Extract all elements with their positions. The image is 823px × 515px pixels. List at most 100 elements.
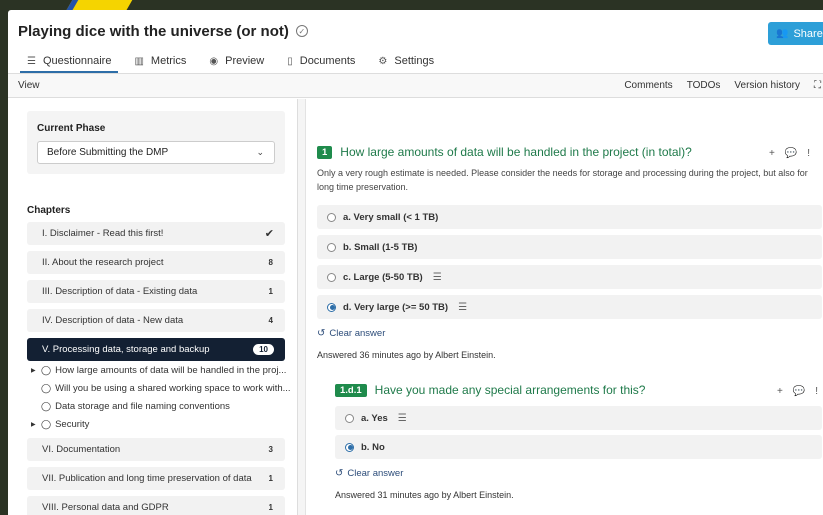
add-icon[interactable]: + bbox=[777, 386, 783, 397]
comments-button[interactable]: Comments bbox=[624, 80, 672, 91]
option-label: a. Yes bbox=[361, 412, 388, 424]
answer-option[interactable]: a. Very small (< 1 TB) bbox=[317, 205, 822, 229]
caret-right-icon[interactable]: ▶ bbox=[31, 421, 37, 428]
chapter-question-link[interactable]: ◯ Will you be using a shared working spa… bbox=[31, 383, 291, 394]
current-phase-card: Current Phase Before Submitting the DMP … bbox=[27, 111, 285, 174]
radio-button[interactable] bbox=[327, 212, 336, 222]
chapter-item-6[interactable]: VI. Documentation 3 bbox=[27, 438, 285, 461]
phase-select[interactable]: Before Submitting the DMP ⌄ bbox=[37, 141, 275, 164]
tab-settings[interactable]: ⚙ Settings bbox=[371, 55, 441, 73]
speech-bubble-icon: ◯ bbox=[41, 383, 52, 393]
question-title: 1 How large amounts of data will be hand… bbox=[317, 145, 692, 159]
follow-up-list-icon: ☰ bbox=[397, 412, 407, 424]
speech-bubble-icon: ◯ bbox=[41, 365, 52, 375]
question-number: 1.d.1 bbox=[335, 383, 367, 397]
tab-preview[interactable]: ◉ Preview bbox=[202, 55, 271, 73]
answer-option[interactable]: a. Yes ☰ bbox=[335, 406, 822, 430]
questionnaire-toolbar: View Comments TODOs Version history ⛶ bbox=[8, 74, 823, 98]
comments-icon[interactable]: 💬 bbox=[785, 148, 797, 159]
option-label: b. No bbox=[361, 441, 385, 453]
chapter-label: V. Processing data, storage and backup bbox=[42, 344, 210, 355]
tab-label: Questionnaire bbox=[42, 55, 112, 67]
undo-icon: ↺ bbox=[317, 328, 326, 339]
clear-answer-label: Clear answer bbox=[347, 468, 404, 479]
question-actions: + 💬 ! bbox=[759, 148, 810, 159]
chapter-question-link[interactable]: ◯ Data storage and file naming conventio… bbox=[31, 401, 230, 412]
clear-answer-label: Clear answer bbox=[329, 328, 386, 339]
chapter-item-4[interactable]: IV. Description of data - New data 4 bbox=[27, 309, 285, 332]
chapter-item-7[interactable]: VII. Publication and long time preservat… bbox=[27, 467, 285, 490]
tab-metrics[interactable]: ▥ Metrics bbox=[127, 55, 193, 73]
follow-up-list-icon: ☰ bbox=[458, 301, 468, 313]
answer-option-selected[interactable]: b. No bbox=[335, 435, 822, 459]
question-actions: + 💬 ! bbox=[767, 386, 818, 397]
unanswered-count: 1 bbox=[268, 474, 273, 483]
unanswered-count: 10 bbox=[253, 344, 274, 355]
caret-right-icon[interactable]: ▶ bbox=[31, 367, 37, 374]
option-label: c. Large (5-50 TB) bbox=[343, 271, 423, 283]
question-text: How large amounts of data will be handle… bbox=[340, 145, 692, 159]
chapter-item-1[interactable]: I. Disclaimer - Read this first! ✔ bbox=[27, 222, 285, 245]
answered-info: Answered 31 minutes ago by Albert Einste… bbox=[335, 490, 514, 500]
version-history-button[interactable]: Version history bbox=[734, 80, 800, 91]
users-icon: 👥 bbox=[776, 28, 789, 39]
unanswered-count: 3 bbox=[268, 445, 273, 454]
chevron-down-icon: ⌄ bbox=[256, 147, 264, 157]
chapter-item-8[interactable]: VIII. Personal data and GDPR 1 bbox=[27, 496, 285, 515]
chapters-sidebar: Current Phase Before Submitting the DMP … bbox=[8, 99, 298, 515]
tab-label: Settings bbox=[394, 55, 435, 67]
question-link-label: How large amounts of data will be handle… bbox=[55, 365, 287, 376]
chapter-item-2[interactable]: II. About the research project 8 bbox=[27, 251, 285, 274]
view-menu[interactable]: View bbox=[18, 80, 40, 91]
add-icon[interactable]: + bbox=[769, 148, 775, 159]
clear-answer-button[interactable]: ↺ Clear answer bbox=[335, 468, 403, 479]
chapter-question-link[interactable]: ▶ ◯ Security bbox=[31, 419, 89, 430]
question-link-label: Security bbox=[55, 419, 90, 430]
tab-documents[interactable]: ▯ Documents bbox=[280, 55, 362, 73]
chapters-heading: Chapters bbox=[27, 205, 71, 216]
share-button[interactable]: 👥 Share bbox=[768, 22, 823, 45]
todos-button[interactable]: TODOs bbox=[687, 80, 721, 91]
gears-icon: ⚙ bbox=[378, 55, 388, 67]
tab-questionnaire[interactable]: ☰ Questionnaire bbox=[20, 55, 119, 73]
project-tabs: ☰ Questionnaire ▥ Metrics ◉ Preview ▯ Do… bbox=[8, 52, 823, 74]
follow-up-list-icon: ☰ bbox=[432, 271, 442, 283]
radio-button[interactable] bbox=[345, 442, 354, 452]
chapter-label: IV. Description of data - New data bbox=[42, 315, 184, 326]
question-link-label: Data storage and file naming conventions bbox=[55, 401, 230, 412]
option-label: b. Small (1-5 TB) bbox=[343, 241, 418, 253]
questionnaire-content: 1 How large amounts of data will be hand… bbox=[307, 99, 823, 515]
pane-resize-handle[interactable] bbox=[298, 99, 306, 515]
chapter-item-5[interactable]: V. Processing data, storage and backup 1… bbox=[27, 338, 285, 361]
answer-option[interactable]: b. Small (1-5 TB) bbox=[317, 235, 822, 259]
verified-check-icon[interactable]: ✓ bbox=[295, 25, 308, 37]
answered-info: Answered 36 minutes ago by Albert Einste… bbox=[317, 350, 496, 360]
radio-button[interactable] bbox=[345, 413, 354, 423]
radio-button[interactable] bbox=[327, 242, 336, 252]
radio-button[interactable] bbox=[327, 302, 336, 312]
chapter-label: III. Description of data - Existing data bbox=[42, 286, 198, 297]
answer-option[interactable]: c. Large (5-50 TB) ☰ bbox=[317, 265, 822, 289]
chapter-label: VIII. Personal data and GDPR bbox=[42, 502, 169, 513]
phase-selected-value: Before Submitting the DMP bbox=[47, 147, 169, 158]
unanswered-count: 1 bbox=[268, 503, 273, 512]
follow-up-question-title: 1.d.1 Have you made any special arrangem… bbox=[335, 383, 645, 397]
eye-icon: ◉ bbox=[209, 55, 219, 67]
check-icon: ✔ bbox=[264, 228, 274, 240]
project-title: Playing dice with the universe (or not) bbox=[18, 22, 289, 40]
chapter-item-3[interactable]: III. Description of data - Existing data… bbox=[27, 280, 285, 303]
option-label: d. Very large (>= 50 TB) bbox=[343, 301, 449, 313]
radio-button[interactable] bbox=[327, 272, 336, 282]
comments-icon[interactable]: 💬 bbox=[793, 386, 805, 397]
chapter-label: VI. Documentation bbox=[42, 444, 121, 455]
chapter-label: VII. Publication and long time preservat… bbox=[42, 473, 252, 484]
chapter-question-link[interactable]: ▶ ◯ How large amounts of data will be ha… bbox=[31, 365, 286, 376]
alert-icon[interactable]: ! bbox=[815, 386, 818, 397]
clear-answer-button[interactable]: ↺ Clear answer bbox=[317, 328, 385, 339]
alert-icon[interactable]: ! bbox=[807, 148, 810, 159]
speech-bubble-icon: ◯ bbox=[41, 419, 52, 429]
document-icon: ▯ bbox=[287, 55, 293, 67]
fullscreen-icon[interactable]: ⛶ bbox=[814, 80, 821, 91]
answer-option-selected[interactable]: d. Very large (>= 50 TB) ☰ bbox=[317, 295, 822, 319]
question-description: Only a very rough estimate is needed. Pl… bbox=[317, 168, 808, 192]
